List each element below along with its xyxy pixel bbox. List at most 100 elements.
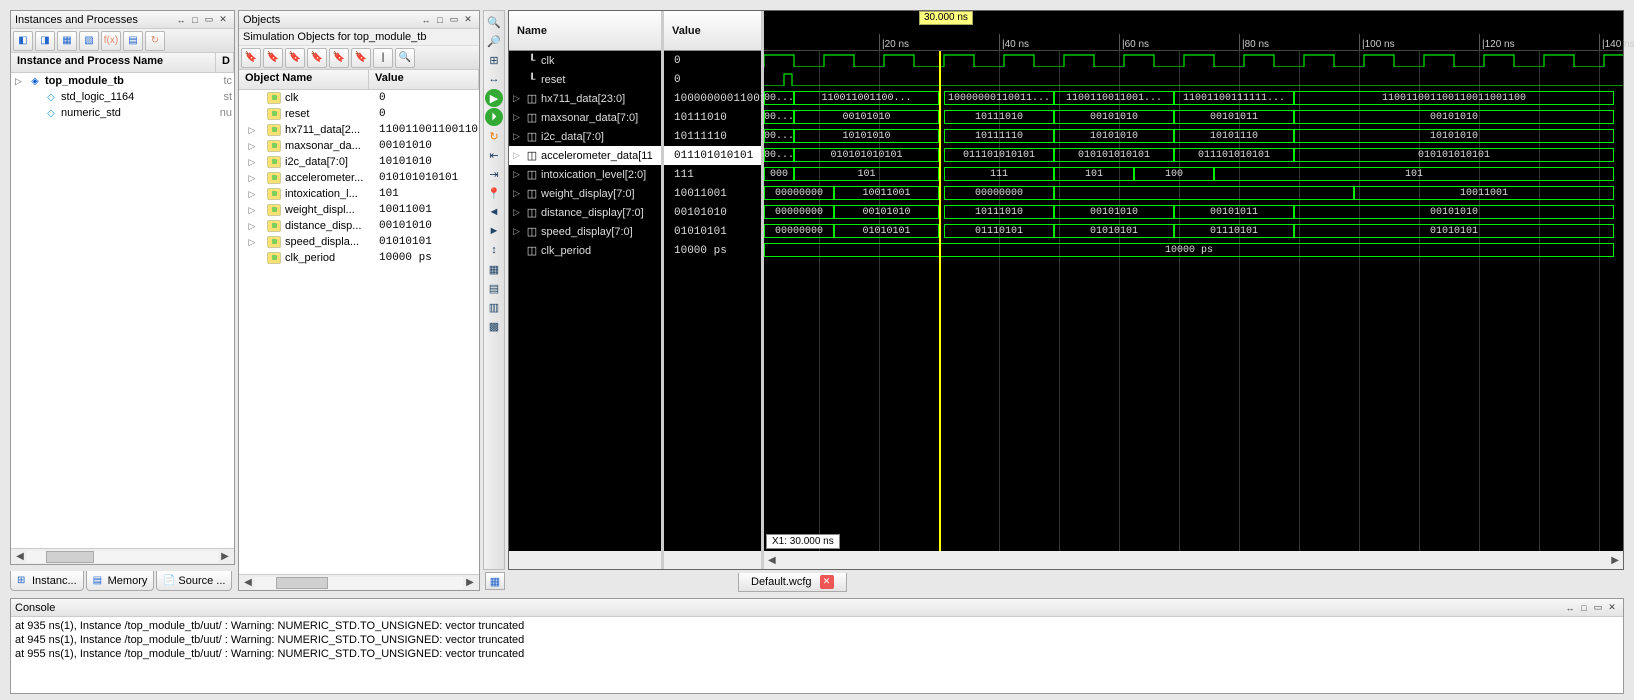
bus-segment[interactable]: 101 <box>794 167 939 181</box>
maximize-icon[interactable]: ▭ <box>1591 601 1605 615</box>
bus-segment[interactable]: 01110101 <box>1174 224 1294 238</box>
wave-lane[interactable]: 00...110011001100...10000000110011...110… <box>764 89 1623 108</box>
wave-plot-body[interactable]: X1: 30.000 ns 00...110011001100...100000… <box>764 51 1623 551</box>
bus-segment[interactable]: 10111110 <box>944 129 1054 143</box>
add-marker-icon[interactable]: 📍 <box>485 184 503 202</box>
bus-segment[interactable]: 110011001100110011001100 <box>1294 91 1614 105</box>
wave-signal-name[interactable]: ▷ ◫ i2c_data[7:0] <box>509 127 661 146</box>
panel-tab[interactable]: ▤Memory <box>86 571 155 591</box>
zoom-fit-icon[interactable]: ⊞ <box>485 51 503 69</box>
wave-signal-name[interactable]: ▷ ◫ distance_display[7:0] <box>509 203 661 222</box>
instances-tree[interactable]: ▷ ◈ top_module_tb tc ◇ std_logic_1164 st… <box>11 73 234 548</box>
bus-segment[interactable]: 00101010 <box>834 205 939 219</box>
wave-values-hscroll[interactable] <box>664 551 761 569</box>
expand-icon[interactable]: ▷ <box>513 169 523 180</box>
expand-icon[interactable]: ▷ <box>513 93 523 104</box>
wave-lane[interactable] <box>764 51 1623 70</box>
panel-tab[interactable]: ⊞Instanc... <box>10 571 84 591</box>
instances-hscroll[interactable]: ◀ ▶ <box>11 548 234 564</box>
bus-segment[interactable]: 00101010 <box>1054 205 1174 219</box>
expand-icon[interactable]: ▷ <box>513 188 523 199</box>
expand-icon[interactable]: ▷ <box>513 131 523 142</box>
scroll-left-icon[interactable]: ◀ <box>241 577 255 588</box>
objects-hscroll[interactable]: ◀ ▶ <box>239 574 479 590</box>
object-row[interactable]: ▷ distance_disp... 00101010 <box>239 218 479 234</box>
wave-signal-name[interactable]: ◫ clk_period <box>509 241 661 260</box>
bus-segment[interactable]: 10011001 <box>834 186 939 200</box>
maximize-icon[interactable]: ▭ <box>447 13 461 27</box>
bus-segment[interactable]: 00101010 <box>1054 110 1174 124</box>
expand-icon[interactable]: ▷ <box>239 189 265 200</box>
objects-table[interactable]: clk 0 reset 0▷ hx711_data[2... 110011001… <box>239 90 479 574</box>
minimize-icon[interactable]: □ <box>433 13 447 27</box>
object-row[interactable]: ▷ weight_displ... 10011001 <box>239 202 479 218</box>
wave-signal-name[interactable]: ▷ ◫ accelerometer_data[11 <box>509 146 661 165</box>
bus-segment[interactable]: 00... <box>764 129 794 143</box>
wave-signal-name[interactable]: ┖ clk <box>509 51 661 70</box>
wave-plot[interactable]: 30.000 ns|20 ns|40 ns|60 ns|80 ns|100 ns… <box>764 11 1623 569</box>
grid-1-icon[interactable]: ▦ <box>485 260 503 278</box>
next-edge-icon[interactable]: ⇥ <box>485 165 503 183</box>
tree-node[interactable]: ◇ numeric_std nu <box>11 105 234 121</box>
object-row[interactable]: clk 0 <box>239 90 479 106</box>
object-row[interactable]: ▷ accelerometer... 010101010101 <box>239 170 479 186</box>
close-icon[interactable]: ✕ <box>461 13 475 27</box>
close-icon[interactable]: ✕ <box>1605 601 1619 615</box>
bus-segment[interactable]: 010101010101 <box>1294 148 1614 162</box>
zoom-out-icon[interactable]: 🔎 <box>485 32 503 50</box>
wave-names-hscroll[interactable] <box>509 551 661 569</box>
bus-segment[interactable]: 10101110 <box>1174 129 1294 143</box>
bus-segment[interactable]: 011101010101 <box>1174 148 1294 162</box>
obj-tbtn-2[interactable]: 🔖 <box>263 48 283 68</box>
object-row[interactable]: ▷ speed_displa... 01010101 <box>239 234 479 250</box>
maximize-icon[interactable]: ▭ <box>202 13 216 27</box>
bus-segment[interactable]: 110011001100... <box>794 91 939 105</box>
obj-tbtn-3[interactable]: 🔖 <box>285 48 305 68</box>
toolbar-btn-4[interactable]: ▧ <box>79 31 99 51</box>
bus-segment[interactable]: 00000000 <box>944 186 1054 200</box>
bus-segment[interactable]: 101 <box>1054 167 1134 181</box>
expand-icon[interactable]: ▷ <box>513 112 523 123</box>
expand-icon[interactable]: ▷ <box>239 157 265 168</box>
wave-lane[interactable]: 10000 ps <box>764 241 1623 260</box>
wave-layout-icon[interactable]: ▦ <box>485 572 505 590</box>
wave-lane[interactable]: 00000000100110010000000010011001 <box>764 184 1623 203</box>
bus-segment[interactable]: 011101010101 <box>944 148 1054 162</box>
bus-segment[interactable]: 100 <box>1134 167 1214 181</box>
bus-segment[interactable]: 11001100111111... <box>1174 91 1294 105</box>
wave-signal-name[interactable]: ▷ ◫ intoxication_level[2:0] <box>509 165 661 184</box>
wave-lane[interactable]: 0000000000101010101110100010101000101011… <box>764 203 1623 222</box>
scroll-right-icon[interactable]: ▶ <box>463 577 477 588</box>
object-row[interactable]: reset 0 <box>239 106 479 122</box>
undock-icon[interactable]: ↔ <box>1563 601 1577 615</box>
expand-icon[interactable]: ▷ <box>513 150 523 161</box>
obj-tbtn-4[interactable]: 🔖 <box>307 48 327 68</box>
bus-segment[interactable]: 111 <box>944 167 1054 181</box>
scroll-right-icon[interactable]: ▶ <box>218 551 232 562</box>
tree-node[interactable]: ◇ std_logic_1164 st <box>11 89 234 105</box>
cursor-marker-label[interactable]: X1: 30.000 ns <box>766 534 840 549</box>
bus-segment[interactable]: 00... <box>764 91 794 105</box>
wave-signal-name[interactable]: ┖ reset <box>509 70 661 89</box>
bus-segment[interactable]: 01110101 <box>944 224 1054 238</box>
grid-3-icon[interactable]: ▥ <box>485 298 503 316</box>
run-icon[interactable]: ▶ <box>485 89 503 107</box>
object-row[interactable]: ▷ hx711_data[2... 110011001100110 <box>239 122 479 138</box>
object-row[interactable]: clk_period 10000 ps <box>239 250 479 266</box>
bus-segment[interactable]: 01010101 <box>834 224 939 238</box>
expand-icon[interactable]: ▷ <box>239 141 265 152</box>
wave-lane[interactable]: 00...00101010101110100010101000101011001… <box>764 108 1623 127</box>
bus-segment[interactable]: 00101010 <box>1294 110 1614 124</box>
obj-tbtn-6[interactable]: 🔖 <box>351 48 371 68</box>
wave-tab-default[interactable]: Default.wcfg ✕ <box>738 573 847 592</box>
bus-segment[interactable]: 00101010 <box>1294 205 1614 219</box>
obj-tbtn-5[interactable]: 🔖 <box>329 48 349 68</box>
panel-tab[interactable]: 📄Source ... <box>156 571 232 591</box>
expand-icon[interactable]: ▷ <box>15 76 25 87</box>
close-icon[interactable]: ✕ <box>216 13 230 27</box>
bus-segment[interactable]: 10011001 <box>1354 186 1614 200</box>
run-step-icon[interactable]: ⏵ <box>485 108 503 126</box>
bus-segment[interactable]: 10101010 <box>1054 129 1174 143</box>
time-cursor-line[interactable] <box>939 51 941 551</box>
close-icon[interactable]: ✕ <box>820 575 834 589</box>
